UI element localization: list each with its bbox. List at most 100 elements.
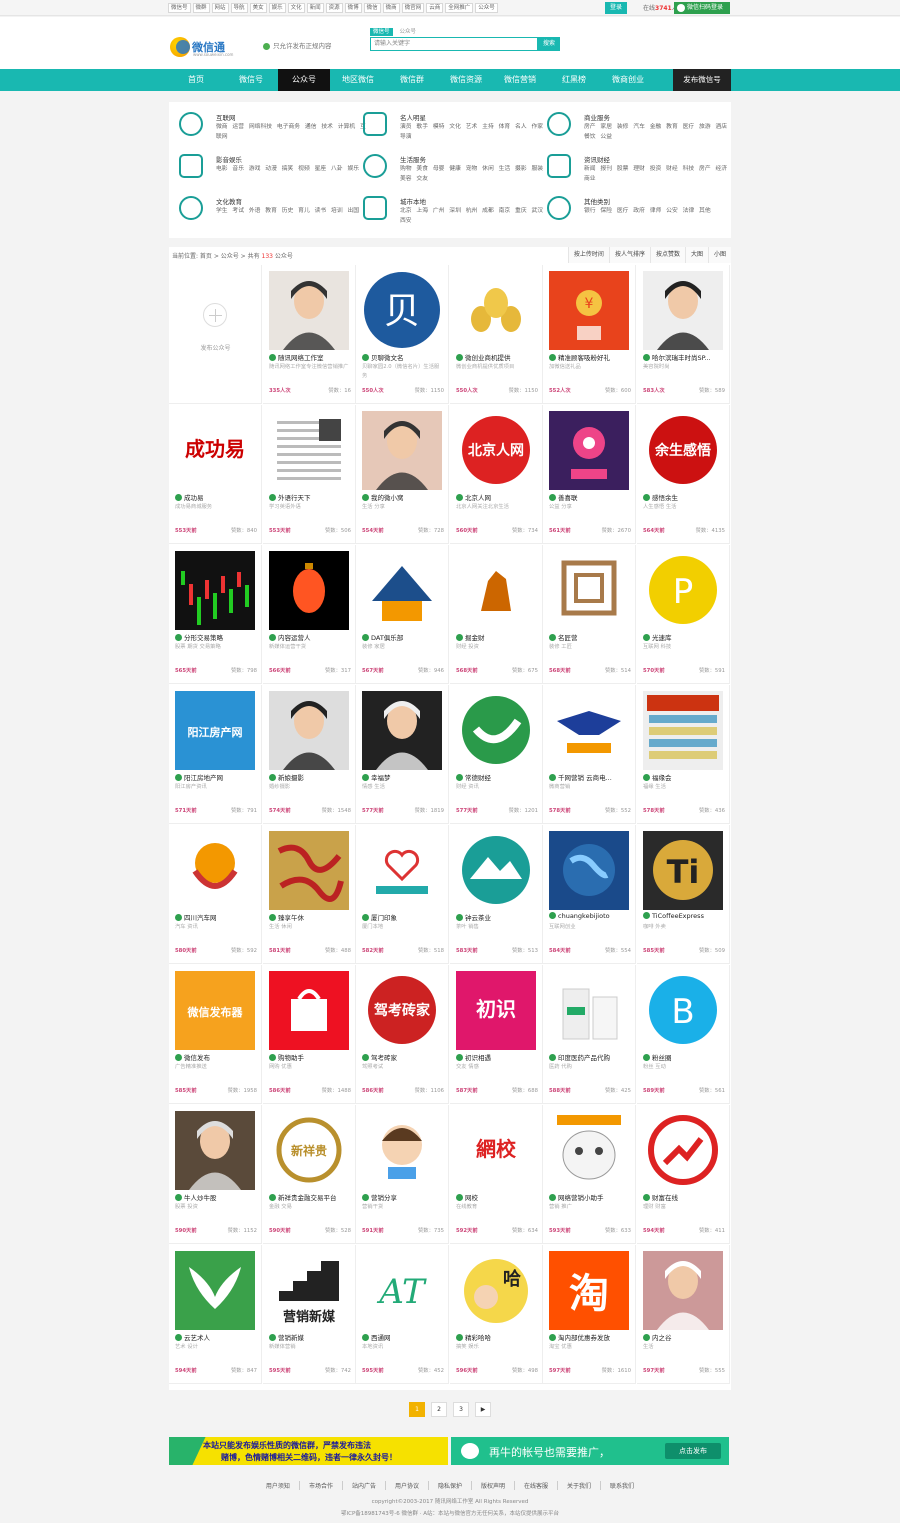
account-avatar[interactable]: 淘 xyxy=(549,1251,629,1330)
category-links[interactable]: 学生 考试 外语 教育 历史 育儿 读书 培训 出国 xyxy=(216,206,366,216)
nav-item[interactable]: 微信资源 xyxy=(439,69,493,91)
footer-link[interactable]: 联系我们 xyxy=(601,1481,643,1490)
account-name-text[interactable]: 精准顾客吸粉好礼 xyxy=(558,354,610,362)
account-avatar[interactable]: B xyxy=(643,971,723,1050)
account-name[interactable]: 驾考砖家 xyxy=(362,1052,446,1062)
account-card[interactable]: 网络营销小助手 营销 推广 593天前 赞数：633 xyxy=(543,1105,636,1244)
account-name-text[interactable]: 网校 xyxy=(465,1194,478,1202)
account-avatar[interactable] xyxy=(269,551,349,630)
footer-link[interactable]: 用户协议 xyxy=(386,1481,429,1490)
account-avatar[interactable]: 新祥贵 xyxy=(269,1111,349,1190)
account-name-text[interactable]: 感悟余生 xyxy=(652,494,678,502)
account-card[interactable]: 随讯网络工作室 随讯网络工作室专注微信营销推广 335人次 赞数：16 xyxy=(263,265,356,404)
account-avatar[interactable] xyxy=(269,971,349,1050)
category-title[interactable]: 互联网 xyxy=(216,112,236,122)
account-name-text[interactable]: 牛人炒牛股 xyxy=(184,1194,217,1202)
nav-item[interactable]: 红黑榜 xyxy=(547,69,601,91)
account-name[interactable]: 四川汽车网 xyxy=(175,912,259,922)
account-name-text[interactable]: 掘金财 xyxy=(465,634,485,642)
notice-banner[interactable]: 本站只能发布娱乐性质的微信群，严禁发布违法 赌博，色情赌博相关二维码，违者一律永… xyxy=(169,1437,448,1465)
account-name-text[interactable]: chuangkebijioto xyxy=(558,912,610,920)
account-name-text[interactable]: 新祥贵金融交易平台 xyxy=(278,1194,337,1202)
account-name[interactable]: 我的微小窝 xyxy=(362,492,446,502)
footer-link[interactable]: 隐私保护 xyxy=(429,1481,472,1490)
account-name-text[interactable]: 善喜联 xyxy=(558,494,578,502)
account-name[interactable]: 随讯网络工作室 xyxy=(269,352,353,362)
account-name[interactable]: 福缘会 xyxy=(643,772,727,782)
account-name[interactable]: 成功易 xyxy=(175,492,259,502)
top-link[interactable]: 微商 xyxy=(382,3,400,13)
account-name[interactable]: 精准顾客吸粉好礼 xyxy=(549,352,633,362)
category-title[interactable]: 影音娱乐 xyxy=(216,154,242,164)
category-links[interactable]: 演员 歌手 模特 文化 艺术 主持 体育 名人 作家 导演 xyxy=(400,122,550,142)
account-card[interactable]: Ti TiCoffeeExpress 咖啡 外卖 585天前 赞数：509 xyxy=(637,825,730,964)
nav-item[interactable]: 微信营销 xyxy=(493,69,547,91)
account-name[interactable]: 善喜联 xyxy=(549,492,633,502)
account-avatar[interactable] xyxy=(362,1111,442,1190)
sort-option[interactable]: 按人气排序 xyxy=(608,247,650,263)
top-link[interactable]: 资源 xyxy=(325,3,343,13)
account-name[interactable]: 名匠营 xyxy=(549,632,633,642)
category-title[interactable]: 商业服务 xyxy=(584,112,610,122)
account-name-text[interactable]: 随讯网络工作室 xyxy=(278,354,324,362)
nav-item[interactable]: 公众号 xyxy=(278,69,330,91)
account-avatar[interactable]: ¥ xyxy=(549,271,629,350)
category-links[interactable]: 银行 保险 医疗 政府 律师 公安 法律 其他 xyxy=(584,206,734,216)
account-name[interactable]: 北京人网 xyxy=(456,492,540,502)
category-links[interactable]: 北京 上海 广州 深圳 杭州 成都 南京 重庆 武汉 西安 xyxy=(400,206,550,226)
account-card[interactable]: 阳江房产网 阳江房地产网 阳江房产资讯 571天前 赞数：791 xyxy=(169,685,262,824)
account-card[interactable]: P 光速库 互联网 科技 570天前 赞数：591 xyxy=(637,545,730,684)
account-name[interactable]: 购物助手 xyxy=(269,1052,353,1062)
top-link[interactable]: 网站 xyxy=(211,3,229,13)
account-name-text[interactable]: 印度医药产品代购 xyxy=(558,1054,610,1062)
search-tab-wechat[interactable]: 微信号 xyxy=(370,28,393,36)
footer-link[interactable]: 在线客服 xyxy=(515,1481,559,1490)
account-name-text[interactable]: 营销分享 xyxy=(371,1194,397,1202)
account-name-text[interactable]: 北京人网 xyxy=(465,494,491,502)
account-name-text[interactable]: 云艺术人 xyxy=(184,1334,210,1342)
account-name[interactable]: 营销新媒 xyxy=(269,1332,353,1342)
account-avatar[interactable]: 網校 xyxy=(456,1111,536,1190)
account-card[interactable]: 哈精彩哈哈 搞笑 娱乐 596天前 赞数：498 xyxy=(450,1245,543,1384)
page-button[interactable]: 1 xyxy=(409,1402,425,1417)
account-card[interactable]: 千网营销 云商电... 微商营销 578天前 赞数：552 xyxy=(543,685,636,824)
account-avatar[interactable] xyxy=(362,831,442,910)
account-name[interactable]: 哈尔滨瑞丰时尚SP... xyxy=(643,352,727,362)
add-account-card[interactable]: 发布公众号 xyxy=(169,265,262,404)
site-logo[interactable]: 微信通 www.souweixin.com xyxy=(170,37,242,57)
nav-item[interactable]: 微信号 xyxy=(224,69,278,91)
account-card[interactable]: AT 西通网 本地资讯 595天前 赞数：452 xyxy=(356,1245,449,1384)
account-name-text[interactable]: 财富在线 xyxy=(652,1194,678,1202)
sort-option[interactable]: 按上传时间 xyxy=(567,247,609,263)
account-avatar[interactable]: 北京人网 xyxy=(456,411,536,490)
account-name-text[interactable]: 精彩哈哈 xyxy=(465,1334,491,1342)
nav-item[interactable]: 微信群 xyxy=(385,69,439,91)
account-card[interactable]: 财富在线 理财 财富 594天前 赞数：411 xyxy=(637,1105,730,1244)
account-name[interactable]: 营销分享 xyxy=(362,1192,446,1202)
account-name-text[interactable]: 常德财经 xyxy=(465,774,491,782)
account-name[interactable]: 网校 xyxy=(456,1192,540,1202)
account-name-text[interactable]: 成功易 xyxy=(184,494,204,502)
category-group[interactable]: 影音娱乐 电影 音乐 游戏 动漫 搞笑 视频 星座 八卦 娱乐 xyxy=(179,154,359,194)
sort-option[interactable]: 大图 xyxy=(684,247,708,263)
account-card[interactable]: 云艺术人 艺术 设计 594天前 赞数：847 xyxy=(169,1245,262,1384)
search-button[interactable]: 搜索 xyxy=(538,37,560,51)
page-button[interactable]: 2 xyxy=(431,1402,447,1417)
account-avatar[interactable] xyxy=(456,271,536,350)
account-name-text[interactable]: 内容运营人 xyxy=(278,634,311,642)
account-card[interactable]: 分形交易策略 股票 期货 交易策略 565天前 赞数：798 xyxy=(169,545,262,684)
account-name[interactable]: DAT俱乐部 xyxy=(362,632,446,642)
sort-option[interactable]: 按点赞数 xyxy=(649,247,685,263)
account-name-text[interactable]: 幸福梦 xyxy=(371,774,391,782)
account-avatar[interactable] xyxy=(549,411,629,490)
account-name-text[interactable]: 粉丝圈 xyxy=(652,1054,672,1062)
account-card[interactable]: 牛人炒牛股 股票 投资 590天前 赞数：1152 xyxy=(169,1105,262,1244)
account-name-text[interactable]: 内之谷 xyxy=(652,1334,672,1342)
account-card[interactable]: B 粉丝圈 粉丝 互动 589天前 赞数：561 xyxy=(637,965,730,1104)
top-link[interactable]: 微群 xyxy=(192,3,210,13)
account-card[interactable]: 余生感悟 感悟余生 人生感悟 生活 564天前 赞数：4135 xyxy=(637,405,730,544)
top-link[interactable]: 微博 xyxy=(344,3,362,13)
nav-item[interactable]: 微商创业 xyxy=(601,69,655,91)
account-card[interactable]: 掘金财 财经 投资 568天前 赞数：675 xyxy=(450,545,543,684)
account-avatar[interactable] xyxy=(549,691,629,770)
